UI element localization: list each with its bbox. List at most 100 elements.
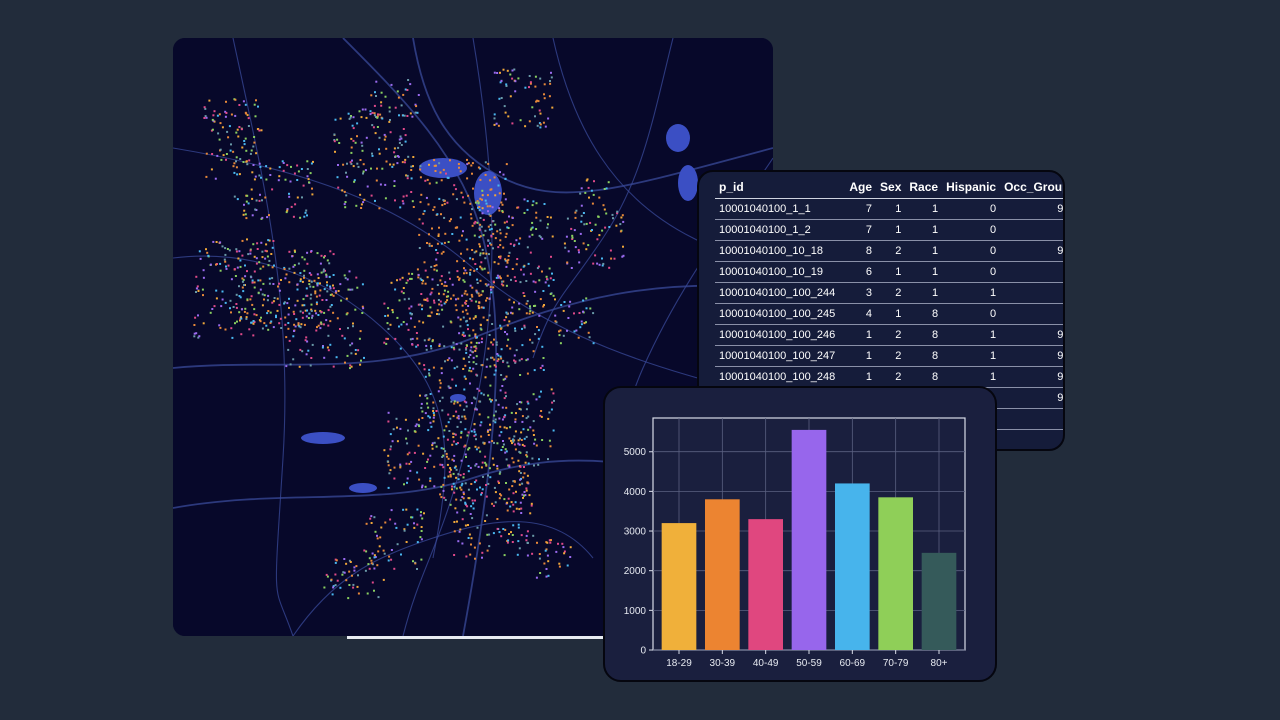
population-dot xyxy=(511,69,514,72)
population-dot xyxy=(413,522,415,525)
population-dot xyxy=(305,336,308,339)
population-dot xyxy=(410,277,413,280)
population-dot xyxy=(217,132,220,135)
population-dot xyxy=(271,277,274,280)
population-dot xyxy=(440,372,443,375)
population-dot xyxy=(479,400,482,403)
population-dot xyxy=(413,451,416,454)
population-dot xyxy=(429,477,432,480)
population-dot xyxy=(480,293,483,296)
population-dot xyxy=(466,177,469,180)
population-dot xyxy=(519,478,522,481)
population-dot xyxy=(383,449,386,452)
bar-70-79 xyxy=(878,497,913,650)
population-dot xyxy=(393,147,396,150)
population-dot xyxy=(446,201,449,204)
population-dot xyxy=(550,255,552,258)
population-dot xyxy=(390,549,393,551)
population-dot xyxy=(323,256,325,259)
population-dot xyxy=(352,116,355,119)
y-tick-label: 0 xyxy=(640,646,646,657)
population-dot xyxy=(605,212,608,215)
population-dot xyxy=(545,275,548,278)
population-dot xyxy=(588,196,590,199)
population-dot xyxy=(464,428,467,431)
population-dot xyxy=(419,303,422,306)
population-dot xyxy=(462,493,465,496)
population-dot xyxy=(437,390,440,393)
population-dot xyxy=(425,394,428,397)
population-dot xyxy=(547,284,550,287)
population-dot xyxy=(405,437,408,440)
population-dot xyxy=(386,460,389,463)
population-dot xyxy=(351,124,354,127)
population-dot xyxy=(396,279,398,282)
population-dot xyxy=(427,203,430,206)
population-dot xyxy=(506,344,509,347)
population-dot xyxy=(387,486,390,489)
population-dot xyxy=(488,334,491,336)
population-dot xyxy=(305,287,308,290)
population-dot xyxy=(490,235,493,238)
population-dot xyxy=(511,122,514,125)
map-scroll-indicator xyxy=(347,636,607,639)
population-dot xyxy=(373,556,376,559)
population-dot xyxy=(488,545,491,548)
population-dot xyxy=(232,150,235,153)
population-dot xyxy=(558,330,560,333)
population-dot xyxy=(458,239,461,242)
population-dot xyxy=(467,537,470,539)
population-dot xyxy=(436,309,439,312)
population-dot xyxy=(580,214,583,217)
population-dot xyxy=(195,287,198,290)
population-dot xyxy=(479,252,482,255)
population-dot xyxy=(456,226,459,229)
population-dot xyxy=(406,279,409,282)
population-dot xyxy=(526,372,529,375)
population-dot xyxy=(221,245,224,248)
population-dot xyxy=(235,248,238,251)
population-dot xyxy=(492,247,494,250)
population-dot xyxy=(288,297,290,300)
population-dot xyxy=(549,82,552,85)
population-dot xyxy=(384,135,387,138)
population-dot xyxy=(455,298,457,301)
population-dot xyxy=(468,317,471,320)
population-dot xyxy=(474,333,477,336)
population-dot xyxy=(218,113,221,116)
population-dot xyxy=(198,335,201,338)
population-dot xyxy=(431,278,434,281)
population-dot xyxy=(229,299,232,302)
population-dot xyxy=(467,488,470,491)
population-dot xyxy=(419,536,422,539)
population-dot xyxy=(293,249,296,252)
population-dot xyxy=(474,433,477,436)
population-dot xyxy=(194,316,197,319)
population-dot xyxy=(270,253,273,255)
population-dot xyxy=(263,322,266,325)
x-tick-label: 50-59 xyxy=(796,658,822,669)
population-dot xyxy=(529,81,532,84)
population-dot xyxy=(265,178,268,181)
population-dot xyxy=(402,114,404,117)
population-dot xyxy=(505,406,508,409)
population-dot xyxy=(500,374,503,376)
population-dot xyxy=(428,244,431,247)
population-dot xyxy=(487,416,490,419)
population-dot xyxy=(465,272,468,275)
population-dot xyxy=(416,471,419,474)
population-dot xyxy=(369,113,372,116)
population-dot xyxy=(502,246,505,249)
population-dot xyxy=(460,431,463,434)
population-dot xyxy=(475,250,478,253)
population-dot xyxy=(255,152,258,155)
population-dot xyxy=(393,466,396,469)
population-dot xyxy=(383,138,386,141)
population-dot xyxy=(619,223,622,226)
population-dot xyxy=(419,514,422,517)
population-dot xyxy=(501,385,504,387)
population-dot xyxy=(398,325,400,328)
population-dot xyxy=(399,206,402,209)
population-dot xyxy=(310,280,313,283)
population-dot xyxy=(319,327,322,330)
